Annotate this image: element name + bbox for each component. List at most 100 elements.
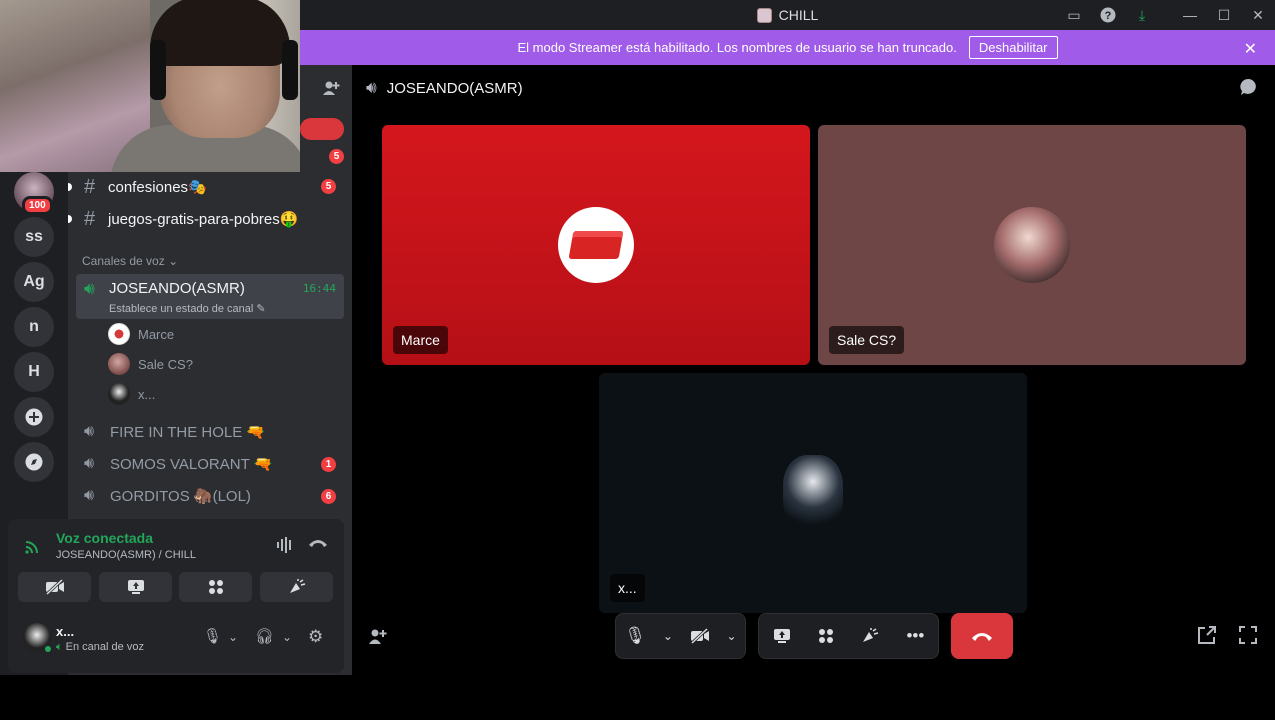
notification-pill[interactable] bbox=[300, 118, 344, 140]
voice-connection-panel: Voz conectada JOSEANDO(ASMR) / CHILL x..… bbox=[8, 519, 344, 673]
call-view: 🔊︎ JOSEANDO(ASMR) Marce Sale CS? x... 🎙︎… bbox=[352, 65, 1275, 675]
unread-badge: 1 bbox=[321, 457, 336, 472]
download-icon[interactable]: ⤓ bbox=[1125, 0, 1159, 30]
unread-badge: 6 bbox=[321, 489, 336, 504]
avatar bbox=[108, 383, 130, 405]
webcam-overlay bbox=[0, 0, 300, 172]
call-channel-name: JOSEANDO(ASMR) bbox=[386, 79, 523, 97]
video-tile-sale-cs[interactable]: Sale CS? bbox=[818, 125, 1246, 365]
tile-label: Marce bbox=[393, 326, 448, 354]
pop-out-icon[interactable] bbox=[1197, 625, 1217, 645]
member-name: Sale CS? bbox=[138, 356, 193, 372]
speaker-icon: 🔊︎ bbox=[366, 78, 377, 97]
chevron-down-icon: ⌄ bbox=[168, 254, 179, 268]
add-server-icon[interactable] bbox=[14, 397, 54, 437]
voice-location[interactable]: JOSEANDO(ASMR) / CHILL bbox=[56, 549, 196, 561]
inbox-icon[interactable]: ▭ bbox=[1057, 0, 1091, 30]
chevron-down-icon[interactable]: ⌄ bbox=[282, 630, 292, 644]
close-window-icon[interactable]: ✕ bbox=[1241, 0, 1275, 30]
username[interactable]: x... bbox=[56, 624, 74, 639]
channel-status[interactable]: Establece un estado de canal ✎ bbox=[109, 302, 266, 315]
settings-gear-icon[interactable]: ⚙ bbox=[308, 627, 323, 647]
invite-user-icon[interactable] bbox=[368, 627, 388, 645]
text-channel-juegos[interactable]: # juegos-gratis-para-pobres🤑 bbox=[68, 204, 344, 234]
pencil-icon: ✎ bbox=[256, 303, 266, 315]
avatar bbox=[783, 455, 843, 531]
activities-icon[interactable] bbox=[818, 628, 834, 644]
speaker-icon: 🔈︎ bbox=[56, 641, 63, 653]
channel-name: juegos-gratis-para-pobres🤑 bbox=[108, 211, 299, 228]
voice-category[interactable]: Canales de voz ⌄ bbox=[82, 254, 178, 268]
disconnect-icon[interactable] bbox=[308, 537, 328, 549]
title-bar: CHILL ▭ ? ⤓ — ☐ ✕ bbox=[300, 0, 1275, 30]
voice-channel-name: GORDITOS 🦣(LOL) bbox=[110, 488, 251, 505]
avatar bbox=[994, 207, 1070, 283]
soundboard-button[interactable] bbox=[260, 572, 333, 602]
voice-member[interactable]: Marce bbox=[108, 321, 174, 347]
banner-message: El modo Streamer está habilitado. Los no… bbox=[517, 40, 957, 55]
voice-channel-name: FIRE IN THE HOLE 🔫 bbox=[110, 424, 266, 441]
voice-channel-gorditos[interactable]: 🔊︎ GORDITOS 🦣(LOL) 6 bbox=[76, 482, 344, 510]
voice-channel-valorant[interactable]: 🔊︎ SOMOS VALORANT 🔫 1 bbox=[76, 450, 344, 478]
headphones-icon[interactable]: 🎧︎ bbox=[255, 627, 274, 645]
chevron-down-icon[interactable]: ⌄ bbox=[663, 629, 673, 643]
channel-name: confesiones🎭 bbox=[108, 179, 207, 196]
mentions-badge: 100 bbox=[22, 196, 53, 215]
media-controls: 🎙︎ ⌄ ⌄ bbox=[615, 613, 746, 659]
avatar bbox=[558, 207, 634, 283]
activities-button[interactable] bbox=[179, 572, 252, 602]
chevron-down-icon[interactable]: ⌄ bbox=[228, 630, 238, 644]
fullscreen-icon[interactable] bbox=[1238, 625, 1258, 645]
add-friend-icon[interactable] bbox=[322, 79, 340, 97]
voice-member[interactable]: Sale CS? bbox=[108, 351, 193, 377]
more-options-icon[interactable]: ••• bbox=[906, 626, 924, 646]
voice-member[interactable]: x... bbox=[108, 381, 155, 407]
bottom-letterbox bbox=[0, 675, 1275, 720]
soundboard-icon[interactable] bbox=[861, 628, 879, 644]
unread-badge: 5 bbox=[329, 149, 344, 164]
speaker-icon: 🔊︎ bbox=[84, 423, 95, 440]
speaker-icon: 🔊︎ bbox=[84, 487, 95, 504]
active-voice-channel[interactable]: 🔊︎ JOSEANDO(ASMR) 16:44 Establece un est… bbox=[76, 274, 344, 319]
help-icon[interactable]: ? bbox=[1091, 0, 1125, 30]
speaker-icon: 🔊︎ bbox=[84, 455, 95, 472]
end-call-button[interactable] bbox=[951, 613, 1013, 659]
member-name: Marce bbox=[138, 326, 175, 342]
text-channel-confesiones[interactable]: # confesiones🎭 5 bbox=[68, 172, 344, 202]
screen-share-button[interactable] bbox=[99, 572, 172, 602]
voice-channel-fire[interactable]: 🔊︎ FIRE IN THE HOLE 🔫 bbox=[76, 418, 344, 446]
voice-channel-name: SOMOS VALORANT 🔫 bbox=[110, 456, 273, 473]
category-label: Canales de voz bbox=[82, 254, 165, 268]
screen-share-icon[interactable] bbox=[773, 628, 791, 644]
server-ag[interactable]: Ag bbox=[14, 262, 54, 302]
streamer-mode-banner: El modo Streamer está habilitado. Los no… bbox=[300, 30, 1275, 65]
video-tile-x[interactable]: x... bbox=[599, 373, 1027, 613]
microphone-icon[interactable]: 🎙︎ bbox=[203, 627, 222, 645]
channel-status-text: Establece un estado de canal bbox=[109, 303, 254, 315]
noise-suppression-icon[interactable] bbox=[276, 537, 294, 553]
camera-off-icon[interactable] bbox=[690, 628, 710, 644]
maximize-icon[interactable]: ☐ bbox=[1207, 0, 1241, 30]
explore-icon[interactable] bbox=[14, 442, 54, 482]
speaker-icon: 🔊︎ bbox=[84, 279, 95, 298]
window-title-text: CHILL bbox=[778, 7, 819, 23]
video-tile-marce[interactable]: Marce bbox=[382, 125, 810, 365]
unread-badge: 5 bbox=[321, 179, 336, 194]
avatar bbox=[108, 323, 130, 345]
disable-streamer-button[interactable]: Deshabilitar bbox=[968, 36, 1058, 59]
camera-off-button[interactable] bbox=[18, 572, 91, 602]
voice-status[interactable]: Voz conectada bbox=[56, 530, 153, 546]
server-label: n bbox=[29, 318, 39, 335]
minimize-icon[interactable]: — bbox=[1173, 0, 1207, 30]
microphone-icon[interactable]: 🎙︎ bbox=[624, 626, 646, 646]
chevron-down-icon[interactable]: ⌄ bbox=[727, 629, 737, 643]
voice-channel-name: JOSEANDO(ASMR) bbox=[109, 280, 245, 297]
server-h[interactable]: H bbox=[14, 352, 54, 392]
chat-bubble-icon[interactable] bbox=[1239, 77, 1259, 97]
server-n[interactable]: n bbox=[14, 307, 54, 347]
server-ss[interactable]: ss bbox=[14, 217, 54, 257]
signal-icon[interactable] bbox=[24, 537, 42, 555]
svg-text:?: ? bbox=[1105, 10, 1112, 22]
close-banner-icon[interactable]: ✕ bbox=[1244, 39, 1257, 59]
server-label: ss bbox=[25, 228, 43, 245]
